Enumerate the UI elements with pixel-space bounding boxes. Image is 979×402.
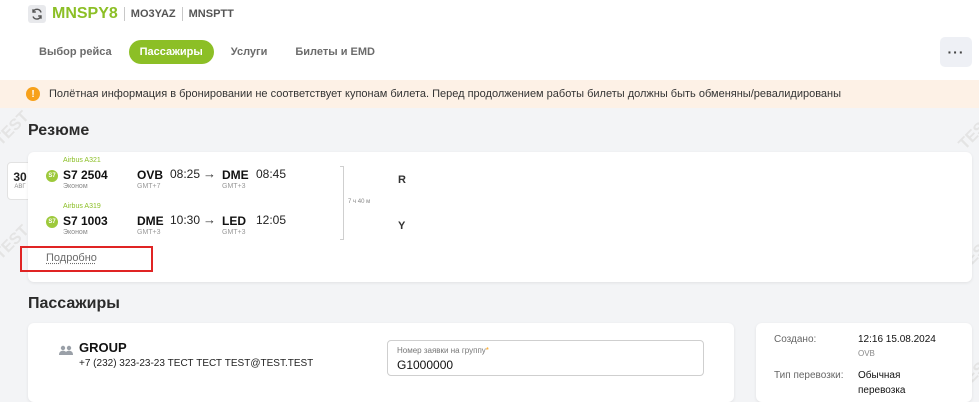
warning-icon: ! [26, 87, 40, 101]
itinerary-card: Airbus A321 S7 S7 2504 Эконом OVB GMT+7 … [28, 152, 972, 282]
test-watermark: TEST [955, 112, 979, 154]
cabin-class: Эконом [63, 183, 88, 190]
group-request-input[interactable]: G1000000 [397, 358, 453, 372]
sync-icon[interactable] [28, 5, 46, 23]
airline-logo-icon: S7 [46, 216, 58, 228]
required-marker: * [485, 346, 489, 355]
created-label: Создано: [774, 334, 817, 345]
departure-gmt: GMT+7 [137, 183, 161, 190]
group-name: GROUP [79, 340, 127, 355]
more-options-button[interactable]: ··· [940, 37, 972, 67]
group-request-label: Номер заявки на группу* [397, 346, 489, 355]
aircraft-type: Airbus A319 [63, 203, 101, 210]
departure-time: 08:25 [170, 167, 201, 181]
created-city: OVB [858, 349, 875, 358]
aircraft-type: Airbus A321 [63, 157, 101, 164]
transport-type-value: Обычная [858, 370, 901, 381]
warning-text: Полётная информация в бронировании не со… [49, 88, 842, 100]
fare-class: Y [398, 220, 406, 232]
tab-flight-selection[interactable]: Выбор рейса [28, 40, 123, 64]
airline-logo-icon: S7 [46, 170, 58, 182]
cabin-class: Эконом [63, 229, 88, 236]
transport-type-label: Тип перевозки: [774, 370, 844, 381]
tab-tickets-emd[interactable]: Билеты и EMD [284, 40, 386, 64]
flight-segment: Airbus A321 S7 S7 2504 Эконом OVB GMT+7 … [46, 157, 366, 201]
created-value: 12:16 15.08.2024 [858, 334, 936, 345]
top-bar: MNSPY8 MO3YAZ MNSPTT Выбор рейса Пассажи… [0, 0, 979, 80]
total-duration: 7 ч 40 м [348, 199, 371, 205]
arrival-gmt: GMT+3 [222, 229, 246, 236]
arrival-gmt: GMT+3 [222, 183, 246, 190]
fare-class: R [398, 174, 406, 186]
departure-gmt: GMT+3 [137, 229, 161, 236]
arrival-time: 12:05 [256, 213, 287, 227]
arrival-airport: DME [222, 168, 249, 182]
divider [181, 7, 183, 21]
group-icon [59, 342, 73, 360]
group-request-field[interactable]: Номер заявки на группу* G1000000 [387, 340, 704, 376]
arrow-right-icon: → [203, 166, 216, 181]
group-contact: +7 (232) 323-23-23 ТЕСТ ТЕСТ TEST@TEST.T… [79, 358, 314, 369]
tab-bar: Выбор рейса Пассажиры Услуги Билеты и EM… [28, 40, 392, 64]
connection-bracket [340, 166, 344, 240]
flight-segment: Airbus A319 S7 S7 1003 Эконом DME GMT+3 … [46, 203, 366, 247]
departure-time: 10:30 [170, 213, 201, 227]
warning-banner: ! Полётная информация в бронировании не … [0, 80, 979, 108]
tab-services[interactable]: Услуги [220, 40, 279, 64]
details-link[interactable]: Подробно [46, 252, 97, 264]
transport-type-value: перевозка [858, 385, 906, 396]
departure-airport: DME [137, 214, 164, 228]
departure-airport: OVB [137, 168, 164, 182]
resume-title: Резюме [28, 122, 90, 139]
arrival-time: 08:45 [256, 167, 287, 181]
flight-number: S7 2504 [63, 168, 108, 182]
pnr-code[interactable]: MO3YAZ [131, 8, 176, 20]
arrival-airport: LED [222, 214, 246, 228]
tab-passengers[interactable]: Пассажиры [128, 40, 214, 64]
pnr-main-code: MNSPY8 [52, 5, 118, 22]
pnr-code[interactable]: MNSPTT [189, 8, 234, 20]
pnr-header: MNSPY8 MO3YAZ MNSPTT [28, 4, 234, 24]
passengers-title: Пассажиры [28, 295, 120, 312]
divider [123, 7, 125, 21]
arrow-right-icon: → [203, 212, 216, 227]
flight-number: S7 1003 [63, 214, 108, 228]
